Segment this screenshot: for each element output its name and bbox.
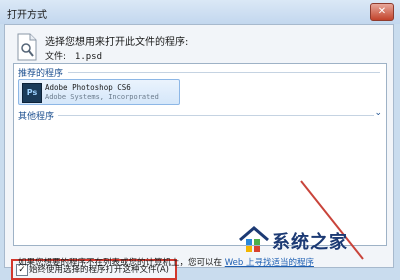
web-search-link[interactable]: Web 上寻找适当的程序: [225, 258, 314, 268]
file-label: 文件:: [45, 52, 67, 62]
footer-hint-text: 如果您想要的程序不在列表或您的计算机上，您可以在: [18, 258, 223, 268]
group-header-recommended[interactable]: 推荐的程序: [18, 66, 63, 79]
close-icon: ✕: [377, 6, 387, 17]
file-name: 1.psd: [74, 52, 103, 62]
watermark-text: 系统之家: [272, 232, 348, 253]
house-logo-icon: [239, 226, 269, 252]
file-search-icon: [17, 33, 37, 61]
dialog-prompt: 选择您想用来打开此文件的程序:: [45, 37, 189, 48]
group-header-other[interactable]: 其他程序: [18, 109, 54, 122]
close-button[interactable]: ✕: [370, 3, 394, 21]
file-line: 文件: 1.psd: [45, 49, 102, 62]
program-item-photoshop[interactable]: Ps Adobe Photoshop CS6 Adobe Systems, In…: [18, 79, 180, 105]
program-name: Adobe Photoshop CS6: [45, 83, 131, 92]
group-divider: [58, 115, 374, 116]
program-company: Adobe Systems, Incorporated: [45, 93, 159, 101]
title-bar: 打开方式 ✕: [0, 0, 400, 24]
photoshop-icon: Ps: [22, 83, 42, 103]
group-divider: [68, 72, 380, 73]
footer-hint: 如果您想要的程序不在列表或您的计算机上，您可以在 Web 上寻找适当的程序: [18, 256, 314, 268]
site-watermark: 系统之家: [236, 222, 396, 258]
chevron-down-icon[interactable]: ⌄: [374, 108, 382, 118]
window-title: 打开方式: [7, 10, 47, 21]
